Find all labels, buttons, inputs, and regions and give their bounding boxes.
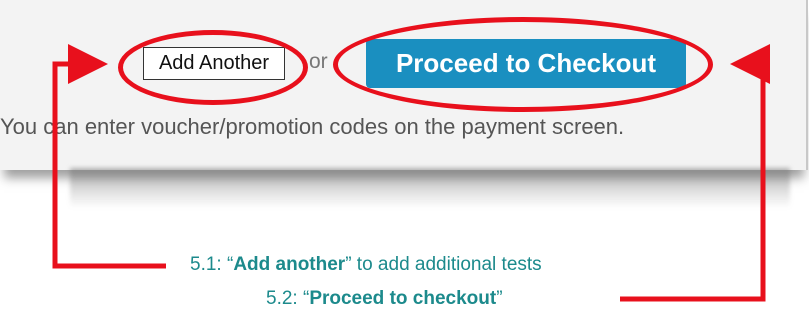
caption-add-another: 5.1: “Add another” to add additional tes… bbox=[190, 254, 542, 275]
caption-proceed-to-checkout: 5.2: “Proceed to checkout” bbox=[266, 288, 503, 309]
arrow-to-add-another bbox=[52, 44, 166, 269]
arrow-to-checkout bbox=[620, 44, 770, 302]
stage: Add Another or Proceed to Checkout You c… bbox=[0, 0, 809, 322]
